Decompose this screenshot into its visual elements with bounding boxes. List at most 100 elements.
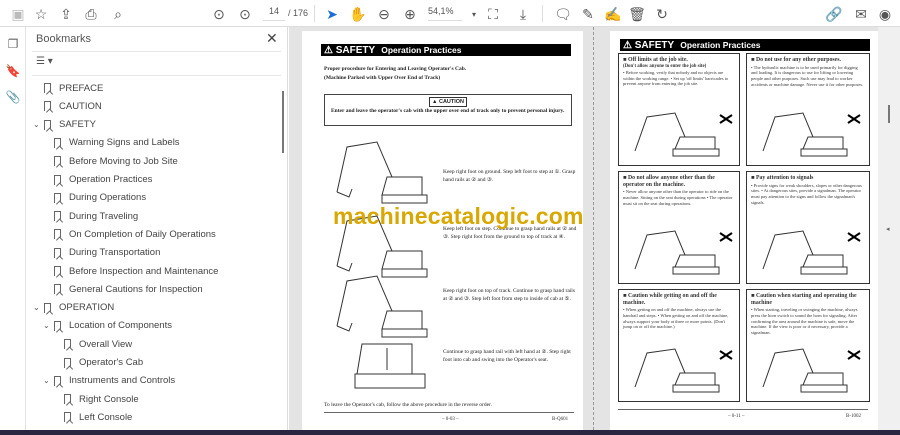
document-code: B-Q601 xyxy=(552,417,569,422)
bookmark-item[interactable]: Right Console xyxy=(64,391,139,407)
search-icon[interactable]: ⌕ xyxy=(108,4,128,24)
bookmark-label: General Cautions for Inspection xyxy=(69,283,203,295)
footer-rule xyxy=(324,412,574,413)
bookmark-icon xyxy=(64,394,71,405)
trash-icon[interactable]: 🗑 xyxy=(627,4,647,24)
scroll-mode-icon[interactable]: ⤓ xyxy=(513,4,533,24)
zoom-level-select[interactable]: 54,1% xyxy=(428,6,462,21)
scrollbar[interactable] xyxy=(282,91,284,153)
bookmark-item[interactable]: ⌄ Location of Components xyxy=(43,318,172,334)
intro-line-2: (Machine Parked with Upper Over End of T… xyxy=(324,75,441,81)
page-up-icon[interactable]: ⊙ xyxy=(209,4,229,24)
bookmark-label: Location of Components xyxy=(69,320,172,332)
chevron-down-icon[interactable]: ▾ xyxy=(464,4,484,24)
attachment-icon[interactable]: 📎 xyxy=(5,89,21,105)
excavator-illustration xyxy=(336,275,428,338)
box-title: ■ Do not allow anyone other than the ope… xyxy=(623,175,715,188)
expand-panel-icon[interactable]: ◂ xyxy=(886,225,890,233)
bookmark-label: Instruments and Controls xyxy=(69,375,176,387)
chevron-down-icon[interactable]: ⌄ xyxy=(43,376,50,385)
chevron-down-icon[interactable]: ⌄ xyxy=(33,303,40,312)
bookmark-item[interactable]: Warning Signs and Labels xyxy=(54,135,180,151)
bookmark-item[interactable]: During Operations xyxy=(54,190,146,206)
excavator-illustration xyxy=(336,141,428,204)
left-rail: ❐ 🔖 📎 xyxy=(0,27,26,430)
chevron-down-icon[interactable]: ⌄ xyxy=(33,120,40,129)
print-icon[interactable]: ⎙ xyxy=(81,4,101,24)
safety-rule-box: ■ Do not use for any other purposes. • Th… xyxy=(746,53,870,166)
star-icon[interactable]: ☆ xyxy=(31,4,51,24)
bookmark-item[interactable]: Left Console xyxy=(64,409,132,425)
cloud-upload-icon[interactable]: ⇪ xyxy=(56,4,76,24)
bookmark-item[interactable]: General Cautions for Inspection xyxy=(54,281,203,297)
bookmark-icon xyxy=(44,302,51,313)
box-title: ■ Do not use for any other purposes. xyxy=(751,57,841,63)
rotate-icon[interactable]: ↻ xyxy=(652,4,672,24)
bookmark-icon xyxy=(64,357,71,368)
fit-page-icon[interactable]: ⛶ xyxy=(483,4,503,24)
bookmark-item[interactable]: Before Inspection and Maintenance xyxy=(54,263,218,279)
taskbar-strip xyxy=(0,430,900,435)
bookmarks-panel: Bookmarks ✕ ☰ ▾ PREFACE CAUTION ⌄ SAFETY War… xyxy=(26,27,288,430)
panel-title: Bookmarks xyxy=(36,33,92,45)
bookmark-label: CAUTION xyxy=(59,100,102,112)
account-icon[interactable]: ◉ xyxy=(875,4,895,24)
bookmark-item[interactable]: Before Moving to Job Site xyxy=(54,153,178,169)
save-icon[interactable]: ▣ xyxy=(8,4,28,24)
bookmark-options-button[interactable]: ☰ ▾ xyxy=(36,56,53,67)
bookmark-item[interactable]: ⌄ SAFETY xyxy=(33,117,96,133)
bookmark-icon xyxy=(54,247,61,258)
step-1-text: Keep right foot on ground. Step left foo… xyxy=(443,169,576,184)
zoom-out-icon[interactable]: ⊖ xyxy=(374,4,394,24)
bookmark-label: On Completion of Daily Operations xyxy=(69,228,216,240)
comment-icon[interactable]: 🗨 xyxy=(553,4,573,24)
caution-box: ▲ CAUTION Enter and leave the operator's… xyxy=(324,94,572,126)
caution-text: Enter and leave the operator's cab with … xyxy=(331,108,565,114)
share-link-icon[interactable]: 🔗 xyxy=(824,4,844,24)
box-title: ■ Caution when starting and operating th… xyxy=(751,293,857,306)
bookmark-item[interactable]: PREFACE xyxy=(44,80,103,96)
bookmark-item[interactable]: ⌄ OPERATION xyxy=(33,300,114,316)
operator-cab-illustration xyxy=(354,343,426,389)
bookmark-icon xyxy=(54,192,61,203)
caution-label: ▲ CAUTION xyxy=(429,97,468,108)
bookmark-icon xyxy=(44,83,51,93)
scroll-thumb[interactable] xyxy=(888,105,890,123)
watermark: machinecatalogic.com xyxy=(333,203,584,229)
bookmark-panel-icon[interactable]: 🔖 xyxy=(5,63,21,79)
hand-tool-icon[interactable]: ✋ xyxy=(348,4,368,24)
bookmark-icon xyxy=(54,156,61,167)
bookmark-item[interactable]: Operator's Cab xyxy=(64,355,143,371)
safety-illustration xyxy=(762,112,861,157)
sign-icon[interactable]: ✍ xyxy=(603,4,623,24)
bookmark-label: During Traveling xyxy=(69,210,139,222)
close-icon[interactable]: ✕ xyxy=(266,30,278,47)
page-number-input[interactable]: 14 xyxy=(263,6,285,21)
safety-rule-box: ■ Caution when starting and operating th… xyxy=(746,289,870,402)
bookmark-item[interactable]: During Traveling xyxy=(54,208,138,224)
document-code: B-1002 xyxy=(846,414,861,419)
bookmark-item[interactable]: Overall View xyxy=(64,336,132,352)
bookmark-item[interactable]: Operation Practices xyxy=(54,172,152,188)
page-down-icon[interactable]: ⊙ xyxy=(235,4,255,24)
bookmark-item[interactable]: During Transportation xyxy=(54,245,160,261)
select-cursor-icon[interactable]: ➤ xyxy=(322,4,342,24)
bookmark-item[interactable]: ⌄ Instruments and Controls xyxy=(43,373,176,389)
bookmark-item[interactable]: On Completion of Daily Operations xyxy=(54,226,216,242)
bookmark-label: Operator's Cab xyxy=(79,357,144,368)
email-icon[interactable]: ✉ xyxy=(851,4,871,24)
zoom-in-icon[interactable]: ⊕ xyxy=(400,4,420,24)
closing-text: To leave the Operator's cab, follow the … xyxy=(324,402,492,408)
box-text: • Before working, verify that nobody and… xyxy=(623,70,729,87)
bookmark-icon xyxy=(54,284,61,295)
safety-label: ⚠ SAFETY xyxy=(324,44,376,56)
bookmark-label: During Operations xyxy=(69,192,147,204)
chevron-down-icon[interactable]: ⌄ xyxy=(43,321,50,330)
bookmark-item[interactable]: CAUTION xyxy=(44,98,102,114)
bookmark-icon xyxy=(54,320,61,331)
highlight-pen-icon[interactable]: ✎ xyxy=(578,4,598,24)
bookmark-icon xyxy=(54,174,61,185)
page-number: – 0-03 – xyxy=(442,417,459,422)
pages-thumbnails-icon[interactable]: ❐ xyxy=(5,36,21,52)
document-scrollbar[interactable]: ◂ xyxy=(878,27,900,430)
